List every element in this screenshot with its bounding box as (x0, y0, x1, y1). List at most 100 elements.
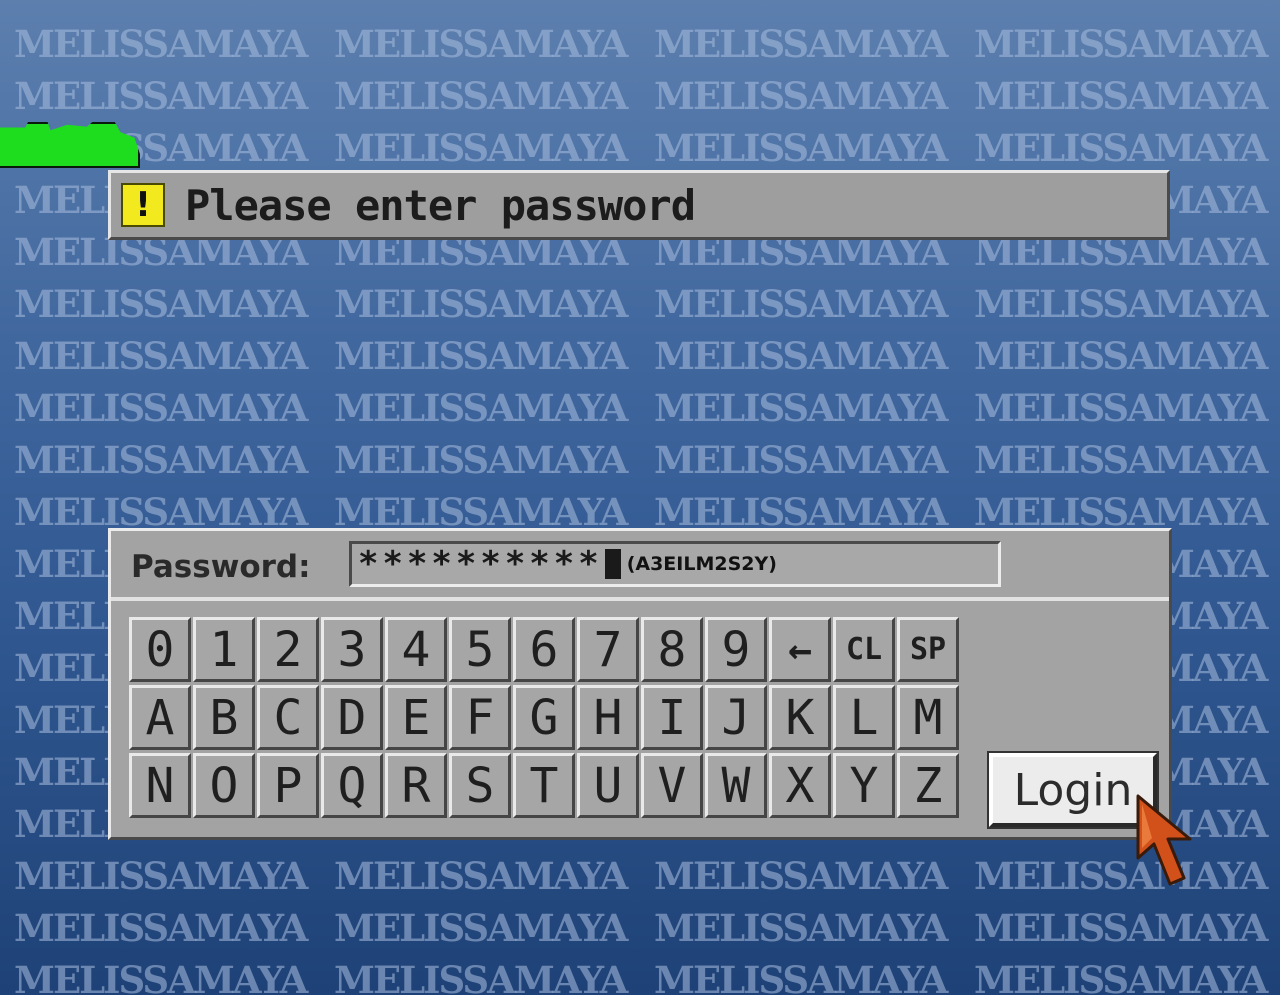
watermark-text: MELISSAMAYA (654, 282, 948, 326)
key-x[interactable]: X (769, 753, 831, 818)
watermark-text: MELISSAMAYA (14, 22, 308, 66)
watermark-row: MELISSAMAYA MELISSAMAYA MELISSAMAYA MELISSA… (14, 22, 1280, 66)
watermark-row: MELISSAMAYA MELISSAMAYA MELISSAMAYA MELISSA… (14, 438, 1280, 482)
key-g[interactable]: G (513, 685, 575, 750)
key-j[interactable]: J (705, 685, 767, 750)
watermark-text: MELISSAMAYA (974, 958, 1268, 995)
key-z[interactable]: Z (897, 753, 959, 818)
watermark-text: MELISSAMAYA (334, 386, 628, 430)
watermark-row: MELISSAMAYAMELISSAMAYAMELISSAMAYAMELISSA… (14, 386, 1280, 430)
watermark-text: MELISSAMAYA (654, 22, 948, 66)
key-y[interactable]: Y (833, 753, 895, 818)
watermark-row: MELISSAMAYA MELISSAMAYA MELISSAMAYA MELISSA… (14, 854, 1280, 898)
watermark-text: MELISSAMAYA (334, 22, 628, 66)
key-c[interactable]: C (257, 685, 319, 750)
virtual-keypad: 0 1 2 3 4 5 6 7 8 9 ← CL SP A B C D E F G H I J K L M N O P Q R S T U V W X Y… (129, 617, 963, 818)
watermark-text: MELISSAMAYA (14, 334, 308, 378)
watermark-text: MELISSAMAYA (654, 126, 948, 170)
watermark-text: MELISSAMAYA (334, 282, 628, 326)
watermark-text: MELISSAMAYA (14, 906, 308, 950)
key-k[interactable]: K (769, 685, 831, 750)
watermark-text: MELISSAMAYA (654, 854, 948, 898)
watermark-text: MELISSAMAYA (14, 74, 308, 118)
text-caret (604, 549, 621, 579)
key-9[interactable]: 9 (705, 617, 767, 682)
watermark-text: MELISSAMAYA (14, 438, 308, 482)
key-e[interactable]: E (385, 685, 447, 750)
watermark-text: MELISSAMAYA (14, 282, 308, 326)
key-b[interactable]: B (193, 685, 255, 750)
watermark-text: MELISSAMAYA (14, 854, 308, 898)
clear-key[interactable]: CL (833, 617, 895, 682)
warning-icon: ! (121, 183, 165, 227)
password-label: Password: (131, 549, 311, 585)
watermark-row: MELISSAMAYAMELISSAMAYAMELISSAMAYAMELISSA… (14, 490, 1280, 534)
watermark-text: MELISSAMAYA (334, 126, 628, 170)
key-n[interactable]: N (129, 753, 191, 818)
watermark-text: MELISSAMAYA (654, 386, 948, 430)
watermark-row: MELISSAMAYA MELISSAMAYA MELISSAMAYA MELISSA… (14, 958, 1280, 995)
key-l[interactable]: L (833, 685, 895, 750)
watermark-text: MELISSAMAYA (14, 958, 308, 995)
key-u[interactable]: U (577, 753, 639, 818)
watermark-text: MELISSAMAYA (654, 958, 948, 995)
watermark-text: MELISSAMAYA (334, 854, 628, 898)
watermark-text: MELISSAMAYA (974, 126, 1268, 170)
key-a[interactable]: A (129, 685, 191, 750)
key-1[interactable]: 1 (193, 617, 255, 682)
watermark-text: MELISSAMAYA (334, 906, 628, 950)
key-r[interactable]: R (385, 753, 447, 818)
key-6[interactable]: 6 (513, 617, 575, 682)
watermark-text: MELISSAMAYA (974, 74, 1268, 118)
key-h[interactable]: H (577, 685, 639, 750)
watermark-text: MELISSAMAYA (14, 386, 308, 430)
watermark-row: MELISSAMAYAMELISSAMAYAMELISSAMAYAMELISSA… (14, 126, 1280, 170)
watermark-text: MELISSAMAYA (654, 334, 948, 378)
key-d[interactable]: D (321, 685, 383, 750)
key-3[interactable]: 3 (321, 617, 383, 682)
password-masked-value: ********** (358, 544, 603, 584)
key-o[interactable]: O (193, 753, 255, 818)
watermark-text: MELISSAMAYA (974, 282, 1268, 326)
space-key[interactable]: SP (897, 617, 959, 682)
watermark-text: MELISSAMAYA (654, 438, 948, 482)
prompt-text: Please enter password (185, 180, 696, 230)
key-8[interactable]: 8 (641, 617, 703, 682)
key-v[interactable]: V (641, 753, 703, 818)
watermark-text: MELISSAMAYA (974, 438, 1268, 482)
watermark-text: MELISSAMAYA (974, 906, 1268, 950)
key-7[interactable]: 7 (577, 617, 639, 682)
watermark-row: MELISSAMAYA MELISSAMAYA MELISSAMAYA MELISSA… (14, 282, 1280, 326)
backspace-key[interactable]: ← (769, 617, 831, 682)
watermark-text: MELISSAMAYA (974, 22, 1268, 66)
key-q[interactable]: Q (321, 753, 383, 818)
key-5[interactable]: 5 (449, 617, 511, 682)
watermark-text: MELISSAMAYA (334, 438, 628, 482)
watermark-background: MELISSAMAYA MELISSAMAYA MELISSAMAYA MELISSA… (0, 0, 1280, 995)
password-row: Password: ********** (A3EILM2S2Y) (111, 531, 1169, 601)
watermark-text: MELISSAMAYA (334, 334, 628, 378)
key-i[interactable]: I (641, 685, 703, 750)
key-w[interactable]: W (705, 753, 767, 818)
watermark-text: MELISSAMAYA (654, 74, 948, 118)
key-0[interactable]: 0 (129, 617, 191, 682)
key-p[interactable]: P (257, 753, 319, 818)
key-2[interactable]: 2 (257, 617, 319, 682)
watermark-text: MELISSAMAYA (974, 854, 1268, 898)
watermark-text: MELISSAMAYA (334, 958, 628, 995)
watermark-row: MELISSAMAYA MELISSAMAYA MELISSAMAYA MELISSA… (14, 906, 1280, 950)
watermark-text: MELISSAMAYA (974, 334, 1268, 378)
login-panel: Password: ********** (A3EILM2S2Y) 012345… (108, 528, 1172, 840)
watermark-row: MELISSAMAYAMELISSAMAYAMELISSAMAYAMELISSA… (14, 74, 1280, 118)
key-4[interactable]: 4 (385, 617, 447, 682)
key-m[interactable]: M (897, 685, 959, 750)
password-field[interactable]: ********** (A3EILM2S2Y) (349, 541, 1001, 587)
password-hint: (A3EILM2S2Y) (626, 553, 777, 575)
key-s[interactable]: S (449, 753, 511, 818)
key-t[interactable]: T (513, 753, 575, 818)
mouse-pointer-icon (1136, 794, 1192, 886)
password-prompt-bar: ! Please enter password (108, 170, 1170, 240)
watermark-row: MELISSAMAYA MELISSAMAYA MELISSAMAYA MELISSA… (14, 334, 1280, 378)
key-f[interactable]: F (449, 685, 511, 750)
watermark-text: MELISSAMAYA (654, 906, 948, 950)
